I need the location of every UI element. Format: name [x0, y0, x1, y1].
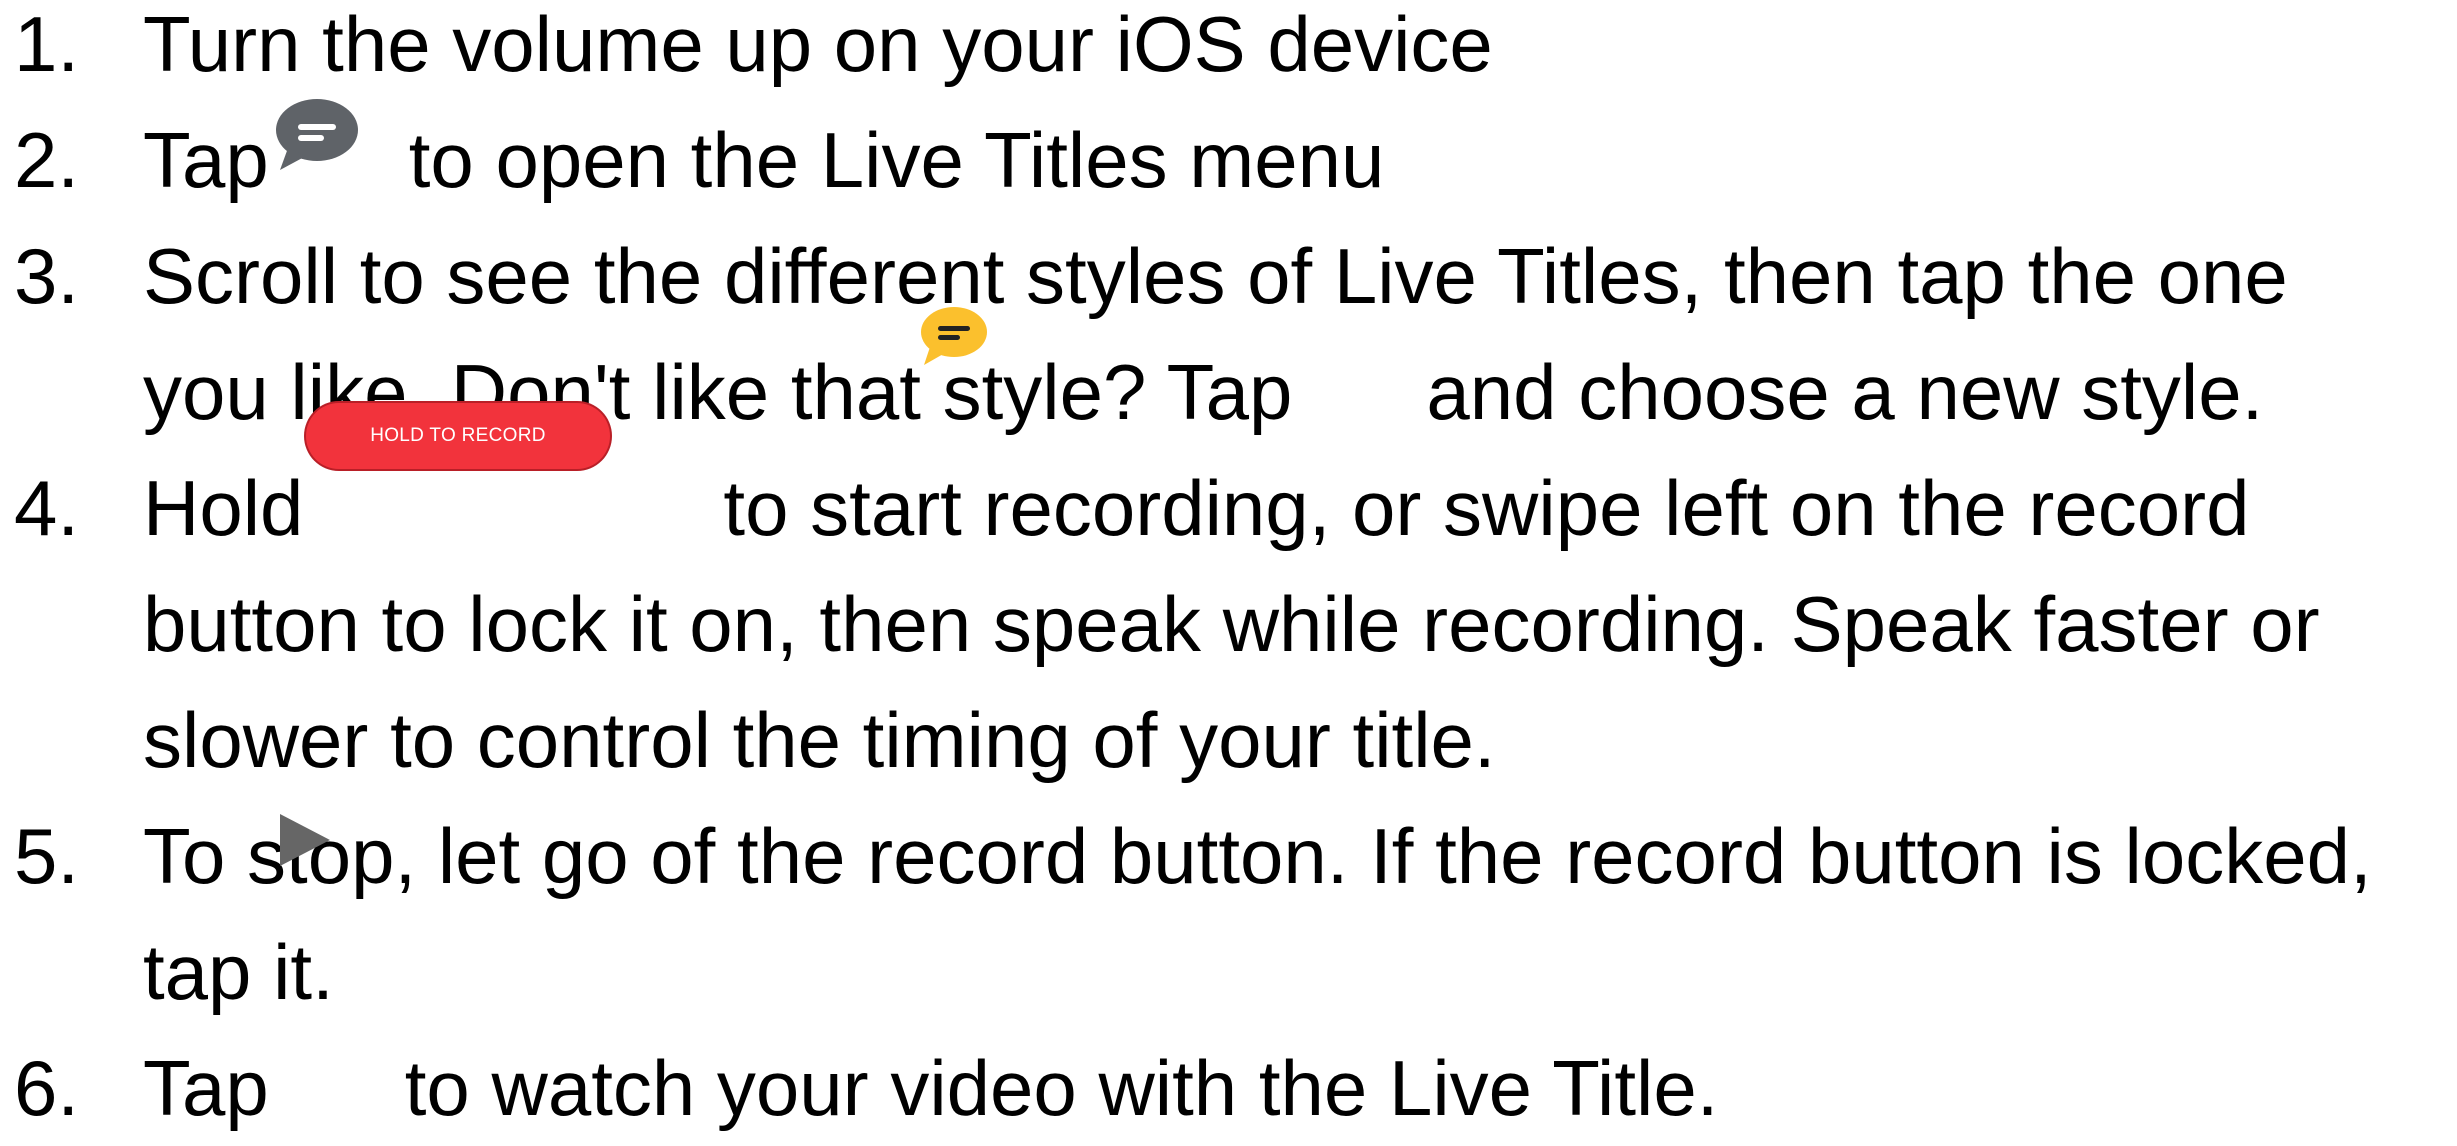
step-text-before-icon: Tap — [143, 116, 269, 204]
play-icon[interactable] — [274, 810, 334, 870]
step-text-after-icon: to watch your video with the Live Title. — [404, 1044, 1719, 1132]
step-text: Tap to watch your video with the Live Tit… — [143, 1030, 1718, 1146]
step-text: button to lock it on, then speak while r… — [143, 580, 2320, 668]
yellow-speech-bubble-icon[interactable] — [916, 305, 988, 369]
step-number: 4. — [14, 464, 80, 552]
step-number: 3. — [14, 232, 80, 320]
step-text: To stop, let go of the record button. If… — [143, 812, 2372, 900]
step-number: 6. — [14, 1044, 80, 1132]
step-text-before-icon: Tap — [143, 1044, 269, 1132]
step-text: Scroll to see the different styles of Li… — [143, 232, 2288, 320]
step-text-before-button: Hold — [143, 464, 304, 552]
instruction-steps: 1. Turn the volume up on your iOS device… — [0, 0, 2457, 1132]
speech-bubble-icon[interactable] — [270, 96, 360, 176]
step-text: tap it. — [143, 928, 334, 1016]
step-text: slower to control the timing of your tit… — [143, 696, 1496, 784]
step-text-after-icon: and choose a new style. — [1426, 348, 2264, 436]
step-number: 5. — [14, 812, 80, 900]
hold-to-record-button[interactable]: HOLD TO RECORD — [306, 403, 610, 469]
step-number: 2. — [14, 116, 80, 204]
step-text-after-icon: to open the Live Titles menu — [408, 116, 1385, 204]
step-number: 1. — [14, 0, 80, 88]
step-text-after-button: to start recording, or swipe left on the… — [723, 464, 2250, 552]
step-text: Turn the volume up on your iOS device — [143, 0, 1493, 88]
